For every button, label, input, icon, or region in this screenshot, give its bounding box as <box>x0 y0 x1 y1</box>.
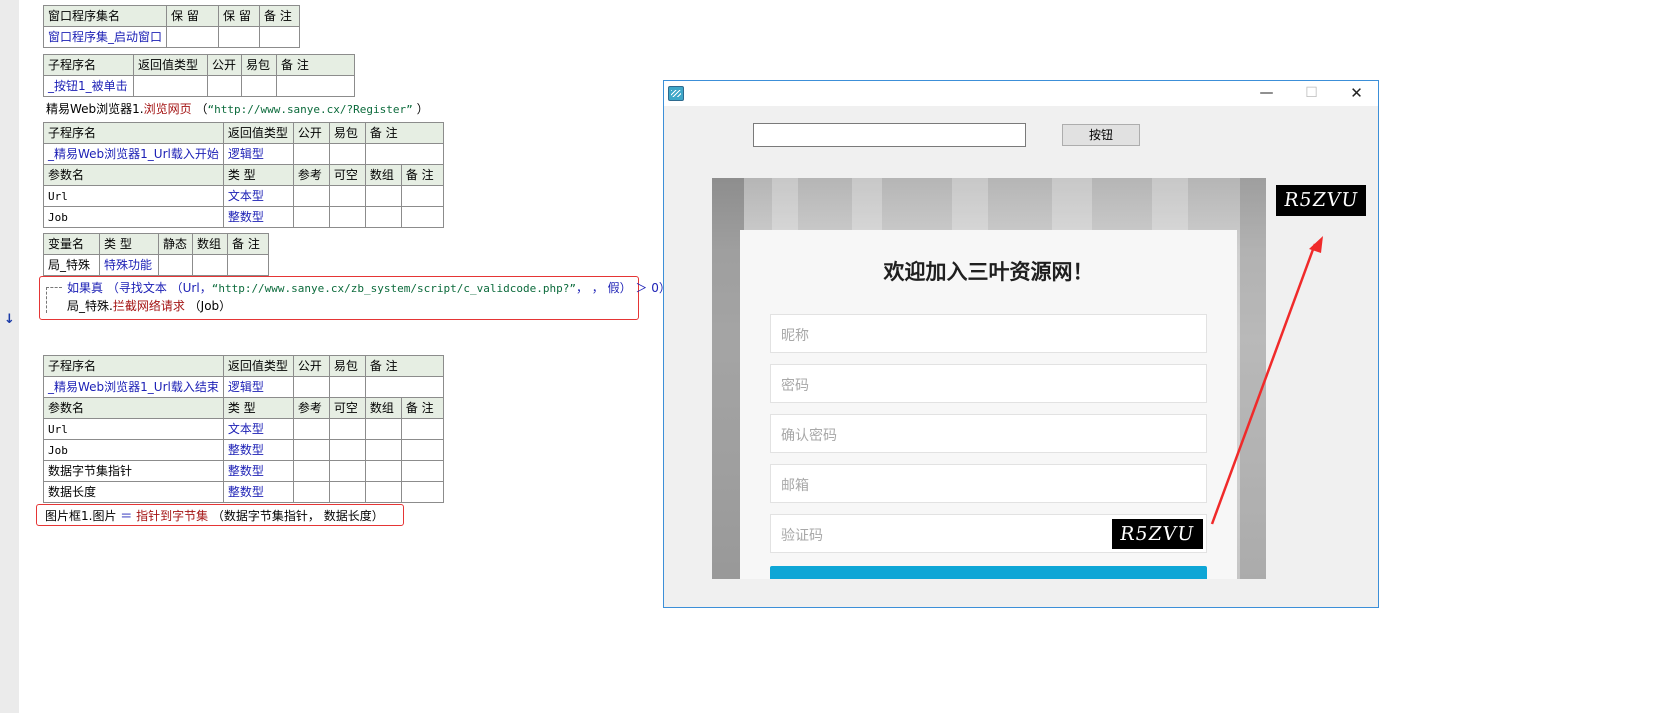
annotation-arrow <box>1210 236 1323 525</box>
arrow-shaft <box>1210 243 1317 525</box>
arrow-head-icon <box>1309 236 1323 253</box>
